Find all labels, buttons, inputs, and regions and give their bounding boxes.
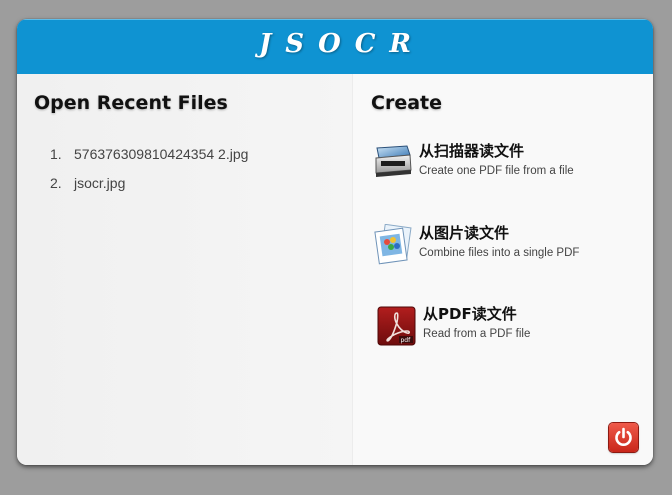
action-label: 从PDF读文件 (423, 305, 517, 323)
svg-text:pdf: pdf (401, 337, 412, 344)
image-files-icon (373, 223, 413, 266)
recent-file-item[interactable]: 1. 576376309810424354 2.jpg (50, 146, 248, 175)
recent-file-name: jsocr.jpg (74, 175, 126, 191)
action-description: Combine files into a single PDF (419, 247, 580, 259)
create-heading: Create (371, 92, 442, 114)
app-title: JSOCR (258, 29, 426, 59)
action-description: Read from a PDF file (423, 328, 531, 340)
list-number: 2. (50, 175, 62, 191)
list-number: 1. (50, 146, 62, 162)
image-file-button[interactable]: 从图片读文件 Combine files into a single PDF (373, 222, 643, 272)
recent-files-heading: Open Recent Files (34, 92, 228, 114)
action-label: 从图片读文件 (419, 224, 510, 242)
scanner-icon (373, 142, 413, 184)
recent-files-panel: Open Recent Files 1. 576376309810424354 2… (17, 74, 352, 465)
create-panel: Create 从扫描器读文件 Create one PDF file from … (352, 74, 653, 465)
pdf-file-button[interactable]: pdf 从PDF读文件 Read from a PDF file (377, 303, 647, 353)
title-bar: JSOCR (17, 19, 653, 74)
pdf-icon: pdf (377, 305, 417, 347)
recent-files-list: 1. 576376309810424354 2.jpg 2. jsocr.jpg (50, 146, 248, 204)
recent-file-name: 576376309810424354 2.jpg (74, 146, 249, 162)
app-window: JSOCR Open Recent Files 1. 57637630981042… (17, 19, 653, 465)
scan-file-button[interactable]: 从扫描器读文件 Create one PDF file from a file (373, 140, 643, 190)
power-button[interactable] (609, 423, 638, 452)
action-description: Create one PDF file from a file (419, 165, 574, 177)
recent-file-item[interactable]: 2. jsocr.jpg (50, 175, 248, 204)
action-label: 从扫描器读文件 (419, 142, 525, 160)
